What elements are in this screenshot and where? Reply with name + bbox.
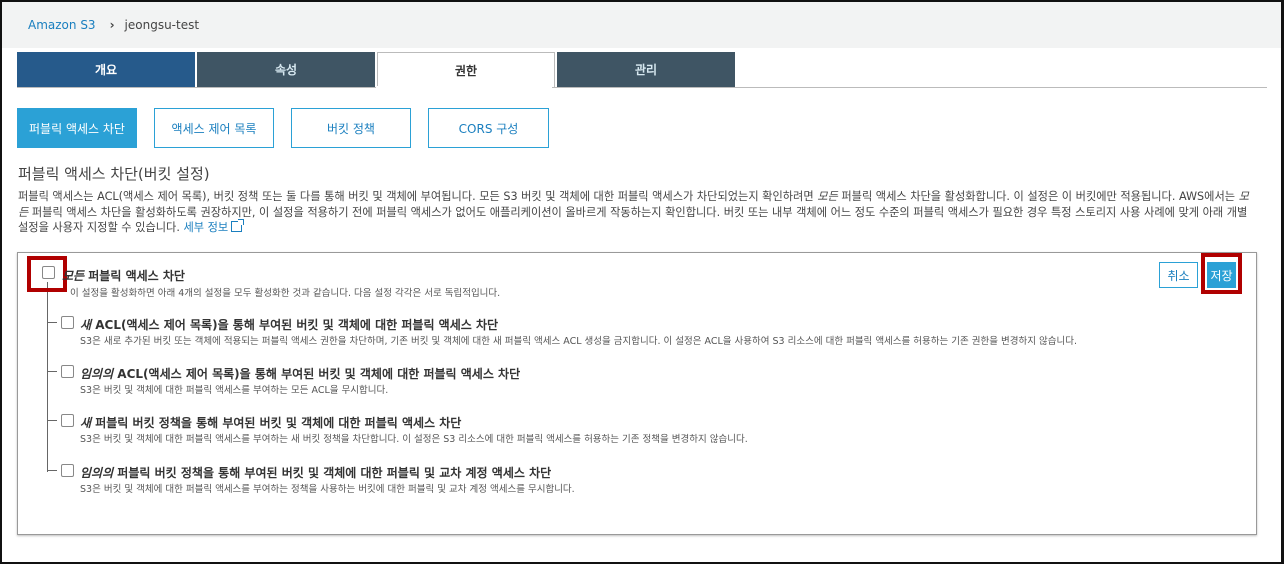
section-title: 퍼블릭 액세스 차단(버킷 설정) <box>18 165 210 183</box>
subtab-acl[interactable]: 액세스 제어 목록 <box>154 108 274 148</box>
tab-properties[interactable]: 속성 <box>197 52 375 87</box>
tree-vertical-line <box>47 282 48 472</box>
highlight-box <box>1201 253 1242 294</box>
option-title-text: ACL(액세스 제어 목록)을 통해 부여된 버킷 및 객체에 대한 퍼블릭 액… <box>91 318 499 332</box>
section-description: 퍼블릭 액세스는 ACL(액세스 제어 목록), 버킷 정책 또는 둘 다를 통… <box>18 189 1258 236</box>
block-all-title-emphasis: 모든 <box>62 269 85 283</box>
block-all-desc: 이 설정을 활성화하면 아래 4개의 설정을 모두 활성화한 것과 같습니다. … <box>70 288 501 299</box>
desc-text-1: 퍼블릭 액세스는 ACL(액세스 제어 목록), 버킷 정책 또는 둘 다를 통… <box>18 190 818 203</box>
breadcrumb: Amazon S3 › jeongsu-test <box>28 18 199 32</box>
breadcrumb-current: jeongsu-test <box>124 18 200 32</box>
cancel-button[interactable]: 취소 <box>1159 262 1198 288</box>
option-desc-new-acl: S3은 새로 추가된 버킷 또는 객체에 적용되는 퍼블릭 액세스 권한을 차단… <box>80 336 1077 347</box>
desc-text-2: 퍼블릭 액세스 차단을 활성화합니다. 이 설정은 이 버킷에만 적용됩니다. … <box>837 190 1239 203</box>
tree-branch-line <box>47 470 57 471</box>
option-desc-any-policy: S3은 버킷 및 객체에 대한 퍼블릭 액세스를 부여하는 정책을 사용하는 버… <box>80 484 575 495</box>
tree-branch-line <box>47 322 57 323</box>
tree-branch-line <box>47 371 57 372</box>
main-tabs: 개요 속성 권한 관리 <box>17 52 736 88</box>
option-checkbox-any-policy[interactable] <box>61 464 74 477</box>
option-checkbox-new-policy[interactable] <box>61 414 74 427</box>
option-title-any-policy: 임의의 퍼블릭 버킷 정책을 통해 부여된 버킷 및 객체에 대한 퍼블릭 및 … <box>80 464 551 481</box>
block-all-title-text: 퍼블릭 액세스 차단 <box>84 269 185 283</box>
block-all-title: 모든 퍼블릭 액세스 차단 <box>62 267 185 284</box>
tab-divider <box>17 87 1267 88</box>
learn-more-label: 세부 정보 <box>183 221 229 234</box>
option-title-emphasis: 새 <box>80 318 92 332</box>
tree-branch-line <box>47 420 57 421</box>
highlight-box <box>27 256 67 292</box>
subtab-cors[interactable]: CORS 구성 <box>428 108 549 148</box>
option-title-emphasis: 임의의 <box>80 367 114 381</box>
option-checkbox-new-acl[interactable] <box>61 316 74 329</box>
breadcrumb-bar: Amazon S3 › jeongsu-test <box>2 2 1281 48</box>
option-desc-new-policy: S3은 버킷 및 객체에 대한 퍼블릭 액세스를 부여하는 새 버킷 정책을 차… <box>80 434 748 445</box>
external-link-icon <box>231 219 245 232</box>
tab-permissions[interactable]: 권한 <box>377 52 555 88</box>
desc-emphasis-1: 모든 <box>817 190 838 203</box>
subtab-bucket-policy[interactable]: 버킷 정책 <box>291 108 411 148</box>
option-title-text: ACL(액세스 제어 목록)을 통해 부여된 버킷 및 객체에 대한 퍼블릭 액… <box>113 367 521 381</box>
option-checkbox-any-acl[interactable] <box>61 365 74 378</box>
breadcrumb-root-link[interactable]: Amazon S3 <box>28 18 96 32</box>
option-title-text: 퍼블릭 버킷 정책을 통해 부여된 버킷 및 객체에 대한 퍼블릭 액세스 차단 <box>91 416 462 430</box>
option-title-emphasis: 새 <box>80 416 92 430</box>
learn-more-link[interactable]: 세부 정보 <box>183 219 245 234</box>
option-title-any-acl: 임의의 ACL(액세스 제어 목록)을 통해 부여된 버킷 및 객체에 대한 퍼… <box>80 365 520 382</box>
breadcrumb-separator-icon: › <box>109 18 115 32</box>
option-title-new-acl: 새 ACL(액세스 제어 목록)을 통해 부여된 버킷 및 객체에 대한 퍼블릭… <box>80 316 498 333</box>
tab-management[interactable]: 관리 <box>557 52 735 87</box>
tab-overview[interactable]: 개요 <box>17 52 195 87</box>
option-title-emphasis: 임의의 <box>80 466 114 480</box>
option-desc-any-acl: S3은 버킷 및 객체에 대한 퍼블릭 액세스를 부여하는 모든 ACL을 무시… <box>80 385 389 396</box>
option-title-text: 퍼블릭 버킷 정책을 통해 부여된 버킷 및 객체에 대한 퍼블릭 및 교차 계… <box>113 466 552 480</box>
subtab-block-public-access[interactable]: 퍼블릭 액세스 차단 <box>17 108 137 148</box>
permission-subtabs: 퍼블릭 액세스 차단 액세스 제어 목록 버킷 정책 CORS 구성 <box>17 108 566 148</box>
tab-divider-gap <box>376 86 552 89</box>
option-title-new-policy: 새 퍼블릭 버킷 정책을 통해 부여된 버킷 및 객체에 대한 퍼블릭 액세스 … <box>80 414 461 431</box>
